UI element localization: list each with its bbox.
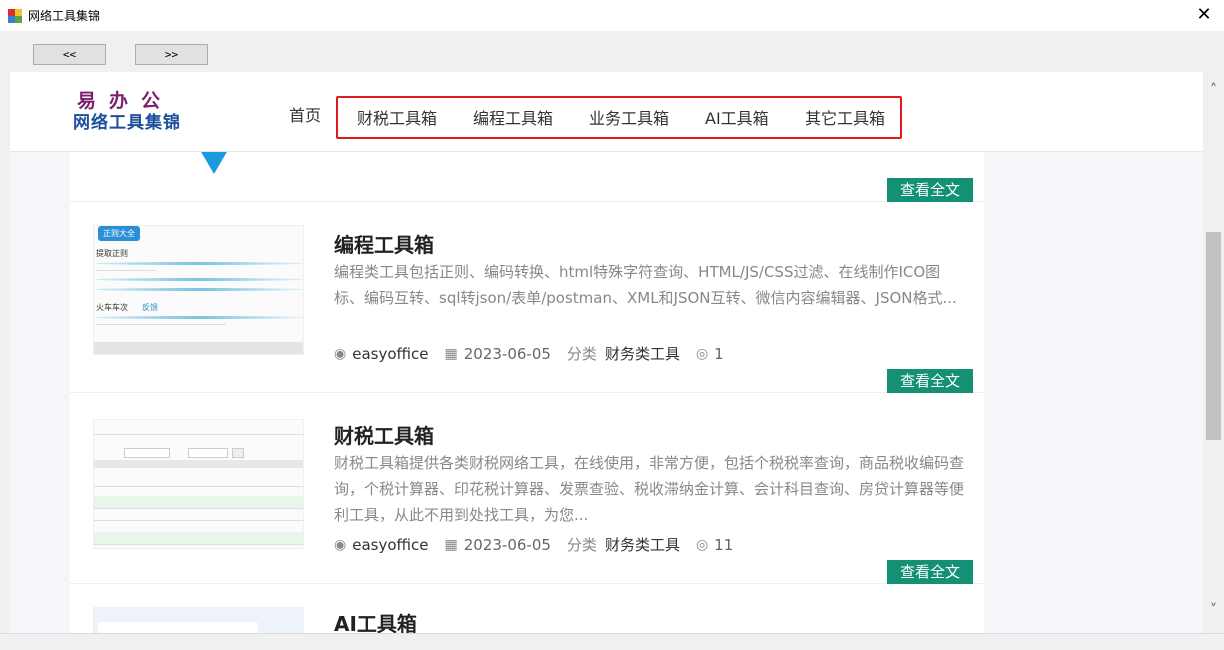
article-thumbnail[interactable] [93,419,304,549]
thumb-link: 反馈 [142,303,158,312]
back-button[interactable]: << [33,44,106,65]
site-logo[interactable]: 易办公 网络工具集锦 [73,90,203,136]
article-category[interactable]: 财务类工具 [605,343,680,364]
window-titlebar: 网络工具集锦 ✕ [0,0,1224,31]
nav-item-tax[interactable]: 财税工具箱 [357,105,437,129]
app-icon [8,8,22,23]
toolbar: << >> [0,31,1224,72]
nav-highlight-box: 财税工具箱 编程工具箱 业务工具箱 AI工具箱 其它工具箱 [336,96,902,139]
article-title[interactable]: 编程工具箱 [334,229,434,258]
article-author: easyoffice [352,344,429,363]
article-desc: 编程类工具包括正则、编码转换、html特殊字符查询、HTML/JS/CSS过滤、… [334,263,957,307]
article-category[interactable]: 财务类工具 [605,534,680,555]
article-date: 2023-06-05 [463,535,551,554]
user-circle-icon: ◉ [334,345,347,362]
article-meta: ◉ easyoffice ▦ 2023-06-05 分类 财务类工具 ◎ 11 [334,534,749,555]
nav-item-ai[interactable]: AI工具箱 [705,105,769,129]
vertical-scrollbar[interactable]: ˄ ˅ [1203,72,1224,633]
article-thumbnail[interactable] [93,607,304,633]
article-thumbnail[interactable]: 正则大全 提取正则 火车车次 反馈 [93,225,304,355]
eye-icon: ◎ [695,345,709,362]
scroll-down-icon[interactable]: ˅ [1203,602,1224,618]
article-item: 财税工具箱 财税工具箱提供各类财税网络工具，在线使用，非常方便，包括个税税率查询… [70,393,984,584]
user-circle-icon: ◉ [334,536,347,553]
article-item: AI工具箱 [70,584,984,633]
logo-bottom-text: 网络工具集锦 [73,113,181,133]
read-more-button[interactable]: 查看全文 [887,369,973,393]
site-header: 易办公 网络工具集锦 首页 财税工具箱 编程工具箱 业务工具箱 AI工具箱 其它… [10,72,1203,152]
nav-item-business[interactable]: 业务工具箱 [589,105,669,129]
article-date: 2023-06-05 [463,344,551,363]
nav-item-other[interactable]: 其它工具箱 [805,105,885,129]
nav-home[interactable]: 首页 [289,102,321,126]
forward-button[interactable]: >> [135,44,208,65]
article-meta: ◉ easyoffice ▦ 2023-06-05 分类 财务类工具 ◎ 1 [334,343,740,364]
article-views: 11 [714,535,734,554]
scroll-up-icon[interactable]: ˄ [1203,82,1224,98]
article-list: 查看全文 正则大全 提取正则 火车车次 反馈 编程工具箱 编程类工具包括正则、编… [70,150,984,633]
article-item: 正则大全 提取正则 火车车次 反馈 编程工具箱 编程类工具包括正则、编码转换、h… [70,202,984,393]
thumb-text: 提取正则 [96,249,128,258]
article-views: 1 [714,344,724,363]
scrollbar-thumb[interactable] [1206,232,1221,440]
article-title[interactable]: AI工具箱 [334,608,417,633]
browser-viewport: 易办公 网络工具集锦 首页 财税工具箱 编程工具箱 业务工具箱 AI工具箱 其它… [10,72,1203,633]
article-title[interactable]: 财税工具箱 [334,420,434,449]
read-more-button[interactable]: 查看全文 [887,178,973,202]
article-desc: 财税工具箱提供各类财税网络工具，在线使用，非常方便，包括个税税率查询，商品税收编… [334,454,965,524]
category-label: 分类 [566,536,597,554]
close-icon[interactable]: ✕ [1192,4,1216,26]
logo-top-text: 易办公 [77,90,174,112]
nav-item-programming[interactable]: 编程工具箱 [473,105,553,129]
window-title: 网络工具集锦 [28,9,101,23]
calendar-icon: ▦ [444,345,458,362]
window-bottom-edge [0,633,1224,650]
article-author: easyoffice [352,535,429,554]
thumb-tag: 正则大全 [98,226,140,241]
eye-icon: ◎ [695,536,709,553]
category-label: 分类 [566,345,597,363]
calendar-icon: ▦ [444,536,458,553]
article-item: 查看全文 [70,150,984,202]
read-more-button[interactable]: 查看全文 [887,560,973,584]
thumb-text: 火车车次 [96,303,128,312]
thumbnail-fragment [200,150,228,174]
